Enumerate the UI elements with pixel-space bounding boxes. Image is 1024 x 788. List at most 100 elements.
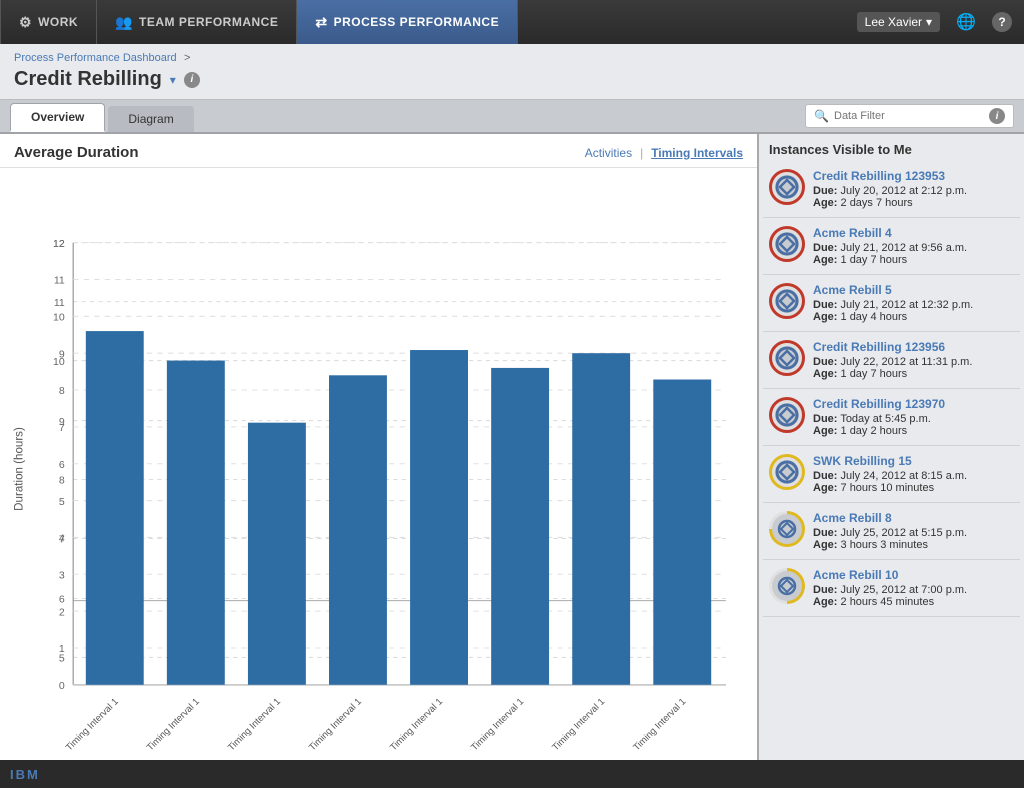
user-dropdown[interactable]: Lee Xavier ▾	[857, 12, 940, 32]
instance-due: Due: July 25, 2012 at 5:15 p.m.	[813, 527, 967, 539]
svg-text:Timing Interval 1: Timing Interval 1	[307, 696, 364, 753]
instance-info: Acme Rebill 5 Due: July 21, 2012 at 12:3…	[813, 283, 973, 323]
instance-info: Acme Rebill 8 Due: July 25, 2012 at 5:15…	[813, 511, 967, 551]
user-dropdown-arrow: ▾	[926, 15, 932, 29]
svg-text:3: 3	[59, 569, 65, 581]
team-icon: 👥	[115, 14, 133, 31]
svg-text:9: 9	[59, 348, 65, 360]
instances-title: Instances Visible to Me	[759, 134, 1024, 161]
svg-text:Timing Interval 1: Timing Interval 1	[226, 696, 283, 753]
chart-link-timing[interactable]: Timing Intervals	[651, 146, 743, 160]
instance-status-icon	[769, 568, 805, 604]
breadcrumb-bar: Process Performance Dashboard > Credit R…	[0, 44, 1024, 100]
instance-due: Due: July 21, 2012 at 12:32 p.m.	[813, 299, 973, 311]
instance-status-icon	[769, 511, 805, 547]
svg-text:Timing Interval 1: Timing Interval 1	[145, 696, 202, 753]
instance-name[interactable]: Acme Rebill 10	[813, 568, 967, 582]
instance-name[interactable]: Acme Rebill 4	[813, 226, 967, 240]
svg-text:4: 4	[59, 533, 65, 545]
list-item[interactable]: Credit Rebilling 123970 Due: Today at 5:…	[763, 389, 1020, 446]
process-icon: ⇄	[315, 14, 327, 31]
filter-info-icon[interactable]: i	[989, 108, 1005, 124]
instance-due: Due: Today at 5:45 p.m.	[813, 413, 945, 425]
nav-tab-team-label: TEAM PERFORMANCE	[139, 15, 278, 29]
svg-text:1: 1	[59, 643, 65, 655]
svg-text:Timing Interval 1: Timing Interval 1	[388, 696, 445, 753]
chart-svg-container: Duration (hours) 12 11 10 9 8 7 6	[0, 168, 757, 760]
instance-age: Age: 2 days 7 hours	[813, 197, 967, 209]
bottom-bar: IBM	[0, 760, 1024, 788]
svg-text:0: 0	[59, 680, 65, 692]
instance-name[interactable]: SWK Rebilling 15	[813, 454, 967, 468]
nav-tab-work[interactable]: ⚙ WORK	[0, 0, 97, 44]
instance-age: Age: 1 day 2 hours	[813, 425, 945, 437]
svg-text:Timing Interval 1: Timing Interval 1	[631, 696, 688, 753]
svg-text:5: 5	[59, 496, 65, 508]
help-icon[interactable]: ?	[992, 12, 1012, 32]
chart-link-activities[interactable]: Activities	[585, 146, 632, 160]
instance-status-icon	[769, 397, 805, 433]
instance-age: Age: 1 day 4 hours	[813, 311, 973, 323]
bar-6	[491, 368, 549, 685]
svg-text:6: 6	[59, 594, 65, 606]
list-item[interactable]: Acme Rebill 8 Due: July 25, 2012 at 5:15…	[763, 503, 1020, 560]
instance-info: Credit Rebilling 123956 Due: July 22, 20…	[813, 340, 972, 380]
chart-title: Average Duration	[14, 144, 138, 161]
svg-text:2: 2	[59, 606, 65, 618]
instance-due: Due: July 24, 2012 at 8:15 a.m.	[813, 470, 967, 482]
data-filter-input[interactable]	[834, 110, 984, 122]
list-item[interactable]: SWK Rebilling 15 Due: July 24, 2012 at 8…	[763, 446, 1020, 503]
list-item[interactable]: Acme Rebill 4 Due: July 21, 2012 at 9:56…	[763, 218, 1020, 275]
tab-diagram[interactable]: Diagram	[108, 106, 193, 132]
chart-link-separator: |	[640, 146, 643, 160]
instance-age: Age: 2 hours 45 minutes	[813, 596, 967, 608]
bar-5	[410, 350, 468, 685]
list-item[interactable]: Acme Rebill 10 Due: July 25, 2012 at 7:0…	[763, 560, 1020, 617]
instance-name[interactable]: Credit Rebilling 123970	[813, 397, 945, 411]
bar-8	[653, 380, 711, 685]
instance-due: Due: July 25, 2012 at 7:00 p.m.	[813, 584, 967, 596]
instance-name[interactable]: Acme Rebill 5	[813, 283, 973, 297]
bar-3	[248, 423, 306, 685]
svg-text:11: 11	[54, 297, 65, 309]
instance-due: Due: July 21, 2012 at 9:56 a.m.	[813, 242, 967, 254]
bar-2	[167, 361, 225, 685]
page-title-dropdown[interactable]: ▾	[170, 73, 176, 87]
nav-tab-process-label: PROCESS PERFORMANCE	[334, 15, 500, 29]
instance-info: Credit Rebilling 123970 Due: Today at 5:…	[813, 397, 945, 437]
nav-right: Lee Xavier ▾ 🌐 ?	[857, 10, 1024, 34]
svg-text:Timing Interval 1: Timing Interval 1	[64, 696, 121, 753]
page-info-icon[interactable]: i	[184, 72, 200, 88]
tab-overview[interactable]: Overview	[10, 103, 105, 132]
globe-icon[interactable]: 🌐	[950, 10, 982, 34]
instances-list: Credit Rebilling 123953 Due: July 20, 20…	[759, 161, 1024, 760]
instance-name[interactable]: Credit Rebilling 123953	[813, 169, 967, 183]
svg-text:7: 7	[59, 422, 65, 434]
instance-name[interactable]: Credit Rebilling 123956	[813, 340, 972, 354]
instance-status-icon	[769, 169, 805, 205]
chart-header: Average Duration Activities | Timing Int…	[0, 134, 757, 168]
svg-text:11: 11	[54, 275, 65, 287]
page-title: Credit Rebilling	[14, 68, 162, 91]
instance-info: SWK Rebilling 15 Due: July 24, 2012 at 8…	[813, 454, 967, 494]
nav-tab-team[interactable]: 👥 TEAM PERFORMANCE	[97, 0, 297, 44]
svg-text:8: 8	[59, 475, 65, 487]
svg-text:12: 12	[53, 238, 65, 250]
bar-4	[329, 375, 387, 685]
nav-tab-process[interactable]: ⇄ PROCESS PERFORMANCE	[297, 0, 518, 44]
instance-status-icon	[769, 340, 805, 376]
chart-svg: Duration (hours) 12 11 10 9 8 7 6	[10, 178, 747, 760]
instance-name[interactable]: Acme Rebill 8	[813, 511, 967, 525]
list-item[interactable]: Credit Rebilling 123956 Due: July 22, 20…	[763, 332, 1020, 389]
list-item[interactable]: Credit Rebilling 123953 Due: July 20, 20…	[763, 161, 1020, 218]
chart-links: Activities | Timing Intervals	[585, 146, 743, 160]
bar-1	[86, 331, 144, 685]
breadcrumb-parent[interactable]: Process Performance Dashboard	[14, 52, 177, 64]
nav-tabs: ⚙ WORK 👥 TEAM PERFORMANCE ⇄ PROCESS PERF…	[0, 0, 518, 44]
breadcrumb-separator: >	[184, 52, 190, 64]
ibm-logo: IBM	[10, 767, 40, 782]
svg-text:10: 10	[53, 312, 65, 324]
list-item[interactable]: Acme Rebill 5 Due: July 21, 2012 at 12:3…	[763, 275, 1020, 332]
instance-info: Acme Rebill 10 Due: July 25, 2012 at 7:0…	[813, 568, 967, 608]
instance-status-icon	[769, 454, 805, 490]
